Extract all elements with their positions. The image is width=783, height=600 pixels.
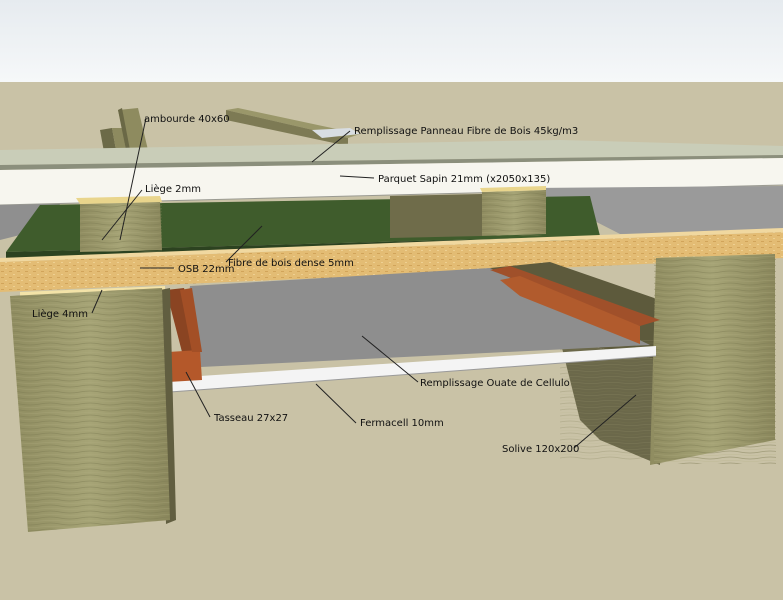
label-liege-top: Liège 2mm bbox=[145, 183, 201, 195]
label-liege-bottom: Liège 4mm bbox=[32, 308, 88, 320]
label-osb: OSB 22mm bbox=[178, 264, 234, 275]
label-remplissage-panneau: Remplissage Panneau Fibre de Bois 45kg/m… bbox=[354, 126, 578, 137]
label-tasseau: Tasseau 27x27 bbox=[213, 413, 288, 424]
label-parquet: Parquet Sapin 21mm (x2050x135) bbox=[378, 174, 550, 185]
label-lambourde: ambourde 40x60 bbox=[144, 114, 230, 125]
sky-background bbox=[0, 0, 783, 82]
floor-section-diagram: ambourde 40x60 Remplissage Panneau Fibre… bbox=[0, 0, 783, 600]
label-remplissage-ouate: Remplissage Ouate de Cellulo bbox=[420, 378, 570, 389]
solive-left bbox=[10, 288, 176, 532]
lambourde-upper-left bbox=[76, 196, 162, 252]
label-fibre-dense: Fibre de bois dense 5mm bbox=[228, 258, 354, 269]
label-solive: Solive 120x200 bbox=[502, 444, 579, 455]
label-fermacell: Fermacell 10mm bbox=[360, 418, 444, 429]
